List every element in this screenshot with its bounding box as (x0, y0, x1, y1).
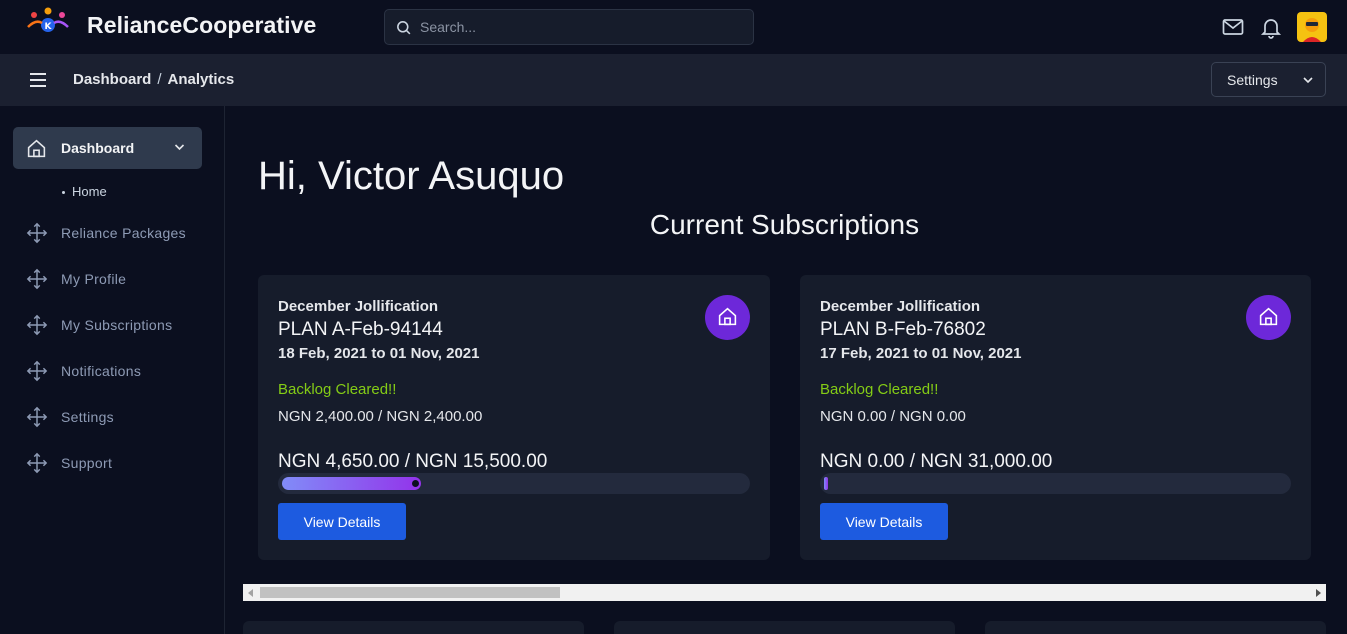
bell-icon[interactable] (1259, 15, 1283, 39)
progress-bar (278, 473, 750, 494)
backlog-amount: NGN 2,400.00 / NGN 2,400.00 (278, 408, 483, 425)
plan-dates: 18 Feb, 2021 to 01 Nov, 2021 (278, 345, 480, 362)
breadcrumb: Dashboard / Analytics (73, 71, 234, 88)
subscription-name: December Jollification (820, 298, 981, 315)
greeting-heading: Hi, Victor Asuquo (258, 154, 565, 198)
progress-amount: NGN 4,650.00 / NGN 15,500.00 (278, 451, 548, 472)
settings-dropdown-label: Settings (1227, 71, 1278, 88)
progress-fill (824, 477, 828, 490)
home-icon (718, 307, 737, 326)
section-title: Current Subscriptions (649, 209, 920, 240)
progress-knob (412, 480, 419, 487)
sidebar-item-label: My Subscriptions (61, 317, 173, 333)
view-details-button[interactable]: View Details (278, 503, 406, 540)
sidebar-item-my-subscriptions[interactable]: My Subscriptions (26, 313, 216, 337)
sidebar-subitem-home[interactable]: Home (62, 184, 107, 199)
svg-text:K: K (45, 22, 53, 32)
status-text: Backlog Cleared!! (278, 381, 397, 398)
sub-header: Dashboard / Analytics Settings (0, 54, 1347, 106)
sidebar-item-dashboard[interactable]: Dashboard (13, 127, 202, 169)
sidebar-item-support[interactable]: Support (26, 451, 216, 475)
move-arrows-icon (26, 452, 48, 474)
view-details-button[interactable]: View Details (820, 503, 948, 540)
sidebar-item-label: Reliance Packages (61, 225, 186, 241)
home-icon (1259, 307, 1278, 326)
breadcrumb-analytics: Analytics (167, 71, 235, 88)
progress-fill (282, 477, 421, 490)
backlog-amount: NGN 0.00 / NGN 0.00 (820, 408, 966, 425)
progress-amount: NGN 0.00 / NGN 31,000.00 (820, 451, 1053, 472)
breadcrumb-dashboard[interactable]: Dashboard (73, 71, 151, 88)
move-arrows-icon (26, 406, 48, 428)
sidebar-item-my-profile[interactable]: My Profile (26, 267, 216, 291)
mail-icon[interactable] (1221, 15, 1245, 39)
sidebar-item-label: My Profile (61, 271, 127, 287)
subscription-name: December Jollification (278, 298, 439, 315)
sidebar-item-label: Notifications (61, 363, 142, 379)
plan-dates: 17 Feb, 2021 to 01 Nov, 2021 (820, 345, 1022, 362)
chevron-down-icon (1303, 77, 1313, 84)
bullet-icon (62, 191, 65, 195)
sidebar-item-label: Support (61, 455, 113, 471)
plan-id: PLAN A-Feb-94144 (278, 319, 443, 340)
progress-bar (820, 473, 1291, 494)
status-text: Backlog Cleared!! (820, 381, 939, 398)
breadcrumb-separator: / (157, 71, 162, 88)
settings-dropdown[interactable]: Settings (1211, 62, 1326, 97)
brand-name[interactable]: RelianceCooperative (87, 12, 316, 39)
sidebar-item-reliance-packages[interactable]: Reliance Packages (26, 221, 216, 245)
search-icon (397, 21, 411, 35)
subscription-card: December Jollification PLAN A-Feb-94144 … (258, 275, 770, 560)
scroll-left-arrow-icon[interactable] (248, 589, 253, 597)
top-bar: K RelianceCooperative (0, 0, 1347, 54)
sidebar-item-label: Dashboard (61, 140, 135, 156)
search-box[interactable] (384, 9, 754, 45)
sidebar-item-notifications[interactable]: Notifications (26, 359, 216, 383)
stat-card (243, 621, 584, 634)
chevron-down-icon (174, 144, 185, 151)
search-input[interactable] (420, 17, 740, 37)
subscription-card: December Jollification PLAN B-Feb-76802 … (800, 275, 1311, 560)
plan-badge (1246, 295, 1291, 340)
move-arrows-icon (26, 360, 48, 382)
sidebar-subitem-label: Home (72, 184, 107, 199)
stat-card (614, 621, 955, 634)
plan-id: PLAN B-Feb-76802 (820, 319, 986, 340)
sidebar-item-settings[interactable]: Settings (26, 405, 216, 429)
scrollbar-thumb[interactable] (260, 587, 560, 598)
avatar[interactable] (1297, 12, 1327, 42)
plan-badge (705, 295, 750, 340)
home-icon (27, 139, 46, 158)
sidebar: Dashboard Home Reliance Packages My Prof… (0, 106, 225, 634)
move-arrows-icon (26, 268, 48, 290)
logo-icon[interactable]: K (24, 5, 72, 39)
sidebar-item-label: Settings (61, 409, 114, 425)
scroll-right-arrow-icon[interactable] (1316, 589, 1321, 597)
move-arrows-icon (26, 222, 48, 244)
stat-card (985, 621, 1326, 634)
horizontal-scrollbar[interactable] (243, 584, 1326, 601)
hamburger-menu-icon[interactable] (28, 70, 48, 90)
move-arrows-icon (26, 314, 48, 336)
